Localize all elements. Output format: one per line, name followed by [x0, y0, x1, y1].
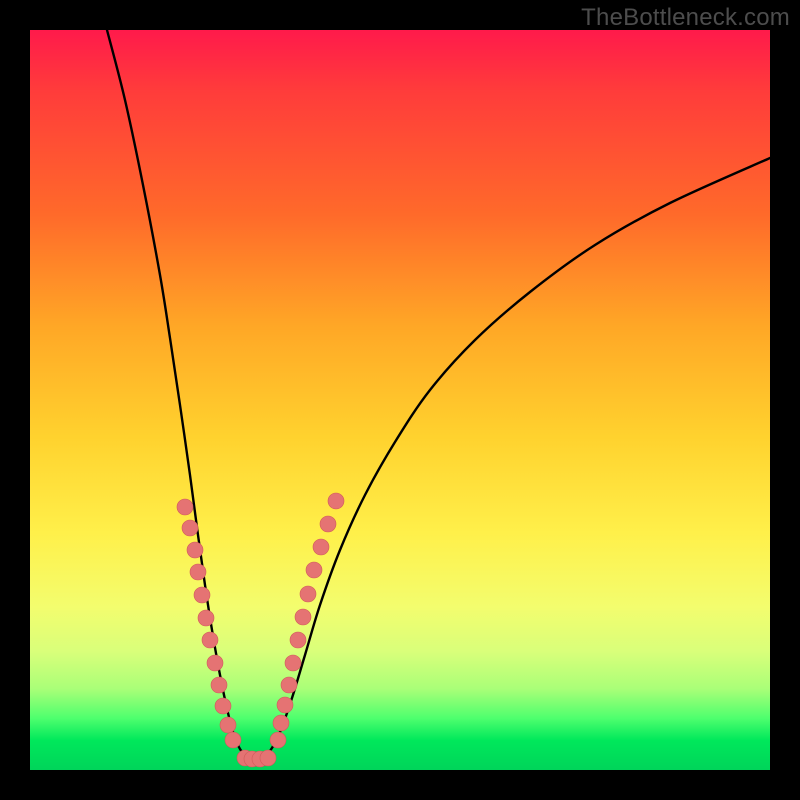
data-point	[198, 610, 214, 626]
data-point	[220, 717, 236, 733]
data-point	[177, 499, 193, 515]
data-point	[320, 516, 336, 532]
data-point	[202, 632, 218, 648]
data-point	[211, 677, 227, 693]
data-point	[313, 539, 329, 555]
watermark-text: TheBottleneck.com	[581, 4, 790, 32]
curve-right	[262, 158, 770, 758]
data-point	[194, 587, 210, 603]
data-point	[237, 750, 253, 766]
data-point	[190, 564, 206, 580]
data-point	[270, 732, 286, 748]
data-point	[260, 750, 276, 766]
curve-left	[107, 30, 250, 758]
data-point	[300, 586, 316, 602]
data-point	[328, 493, 344, 509]
data-point	[281, 677, 297, 693]
data-point	[277, 697, 293, 713]
data-point	[225, 732, 241, 748]
data-point	[252, 751, 268, 767]
data-point	[244, 751, 260, 767]
plot-area	[30, 30, 770, 770]
chart-overlay	[30, 30, 770, 770]
data-point	[187, 542, 203, 558]
data-point	[306, 562, 322, 578]
data-point	[295, 609, 311, 625]
data-points	[177, 493, 344, 767]
data-point	[273, 715, 289, 731]
data-point	[215, 698, 231, 714]
data-point	[207, 655, 223, 671]
data-point	[285, 655, 301, 671]
data-point	[290, 632, 306, 648]
data-point	[182, 520, 198, 536]
